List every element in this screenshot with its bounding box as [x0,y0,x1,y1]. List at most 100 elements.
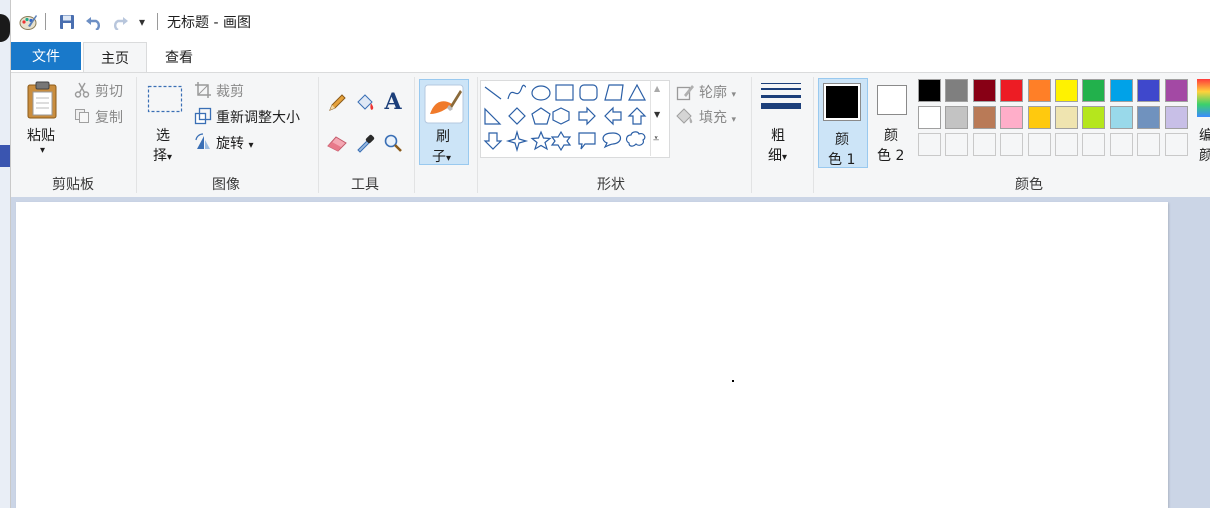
redo-icon[interactable] [109,12,131,32]
save-icon[interactable] [57,12,77,32]
palette-swatch[interactable] [1082,79,1106,102]
tab-home[interactable]: 主页 [83,42,147,73]
palette-swatch[interactable] [945,106,969,129]
rotate-label: 旋转 [216,136,244,152]
shape-rectangle-icon [555,84,574,101]
shape-up-arrow-icon [627,107,647,125]
scissors-icon [73,81,91,99]
copy-button[interactable]: 复制 [95,107,123,127]
fill-label: 填充 [699,110,727,126]
title-separator [157,13,158,30]
gallery-scroll-up-icon[interactable]: ▲ [654,84,660,93]
palette-swatch[interactable] [945,79,969,102]
palette-swatch[interactable] [1109,133,1133,156]
palette-swatch[interactable] [1000,133,1024,156]
workspace [11,197,1210,508]
paint-app-icon[interactable] [17,12,39,32]
palette-swatch[interactable] [1109,79,1133,102]
rotate-dropdown[interactable]: 旋转 ▾ [216,133,253,153]
color1-button[interactable]: 颜 色 1 [818,78,868,168]
crop-button[interactable]: 裁剪 [216,81,244,101]
palette-swatch[interactable] [1137,106,1161,129]
palette-swatch[interactable] [1082,106,1106,129]
palette-swatch[interactable] [1082,133,1106,156]
size-label-1: 粗 [771,128,785,144]
paste-button[interactable]: 粘贴 [27,125,55,145]
shape-cloud-callout-icon [625,131,646,147]
palette-swatch[interactable] [1027,79,1051,102]
tab-file[interactable]: 文件 [11,42,81,70]
paste-dropdown-arrow[interactable]: ▾ [40,145,45,156]
palette-swatch[interactable] [1027,133,1051,156]
color2-label-2: 色 2 [877,148,905,164]
brush-icon [424,84,464,124]
ribbon-tabs: 文件 主页 查看 [11,42,1210,73]
size-icon[interactable] [760,81,802,117]
undo-icon[interactable] [83,12,105,32]
shape-rounded-rectangle-icon [579,84,598,101]
palette-swatch[interactable] [972,79,996,102]
palette-swatch[interactable] [1027,106,1051,129]
crop-icon [193,81,213,99]
palette-swatch[interactable] [1055,133,1078,156]
tab-view[interactable]: 查看 [151,42,207,72]
palette-swatch[interactable] [972,106,996,129]
title-separator [45,13,46,30]
palette-swatch[interactable] [1164,79,1188,102]
magnifier-icon[interactable] [381,131,405,155]
gallery-expand-icon[interactable]: ⩡ [653,132,659,146]
eraser-icon[interactable] [325,131,349,155]
brushes-button[interactable]: 刷 子▾ [419,79,469,165]
palette-swatch[interactable] [1164,133,1188,156]
color-picker-icon[interactable] [353,131,377,155]
cut-button[interactable]: 剪切 [95,81,123,101]
customize-qat-dropdown[interactable]: ▾ [135,12,149,32]
palette-swatch[interactable] [918,79,941,102]
paste-icon[interactable] [23,79,63,121]
color2-button[interactable] [877,85,907,115]
shapes-gallery-scrollbar[interactable]: ▲ ▼ ⩡ [650,80,669,156]
palette-swatch[interactable] [1000,79,1024,102]
palette-swatch[interactable] [918,106,941,129]
text-tool-icon[interactable]: A [381,89,405,115]
outline-dropdown[interactable]: 轮廓 ▾ [699,82,736,102]
palette-swatch[interactable] [1000,106,1024,129]
edit-colors-icon[interactable] [1197,79,1210,117]
pencil-icon[interactable] [325,91,349,115]
group-label-colors: 颜色 [1015,177,1043,193]
group-separator [813,77,814,193]
brushes-dropdown[interactable]: 子▾ [432,146,451,166]
shape-five-point-star-icon [530,130,552,151]
edit-colors-label-1: 编 [1199,128,1210,144]
shape-right-triangle-icon [484,107,502,125]
palette-swatch[interactable] [945,133,969,156]
color2-swatch [880,88,904,112]
palette-swatch[interactable] [1164,106,1188,129]
size-dropdown[interactable]: 细▾ [768,145,787,165]
select-dropdown[interactable]: 择▾ [153,145,172,165]
shape-curve-icon [507,84,527,100]
palette-swatch[interactable] [918,133,941,156]
group-separator [477,77,478,193]
outline-label: 轮廓 [699,85,727,101]
group-label-clipboard: 剪贴板 [52,177,94,193]
palette-swatch[interactable] [1137,133,1161,156]
paint-window: ▾ 无标题 - 画图 文件 主页 查看 粘贴 ▾ 剪切 复制 剪贴板 选 择▾ … [10,0,1210,508]
brushes-label-2: 子 [432,149,446,165]
canvas-dot [732,380,734,382]
select-button[interactable]: 选 [156,125,170,145]
palette-swatch[interactable] [972,133,996,156]
shape-left-arrow-icon [604,106,622,126]
resize-button[interactable]: 重新调整大小 [216,107,300,127]
palette-swatch[interactable] [1109,106,1133,129]
fill-dropdown[interactable]: 填充 ▾ [699,107,736,127]
drawing-canvas[interactable] [16,202,1168,508]
gallery-scroll-down-icon[interactable]: ▼ [654,110,660,119]
fill-icon [675,107,695,125]
fill-bucket-icon[interactable] [353,91,377,115]
palette-swatch[interactable] [1055,79,1078,102]
palette-swatch[interactable] [1137,79,1161,102]
shape-rect-callout-icon [578,132,596,150]
select-icon[interactable] [147,85,183,113]
palette-swatch[interactable] [1055,106,1078,129]
